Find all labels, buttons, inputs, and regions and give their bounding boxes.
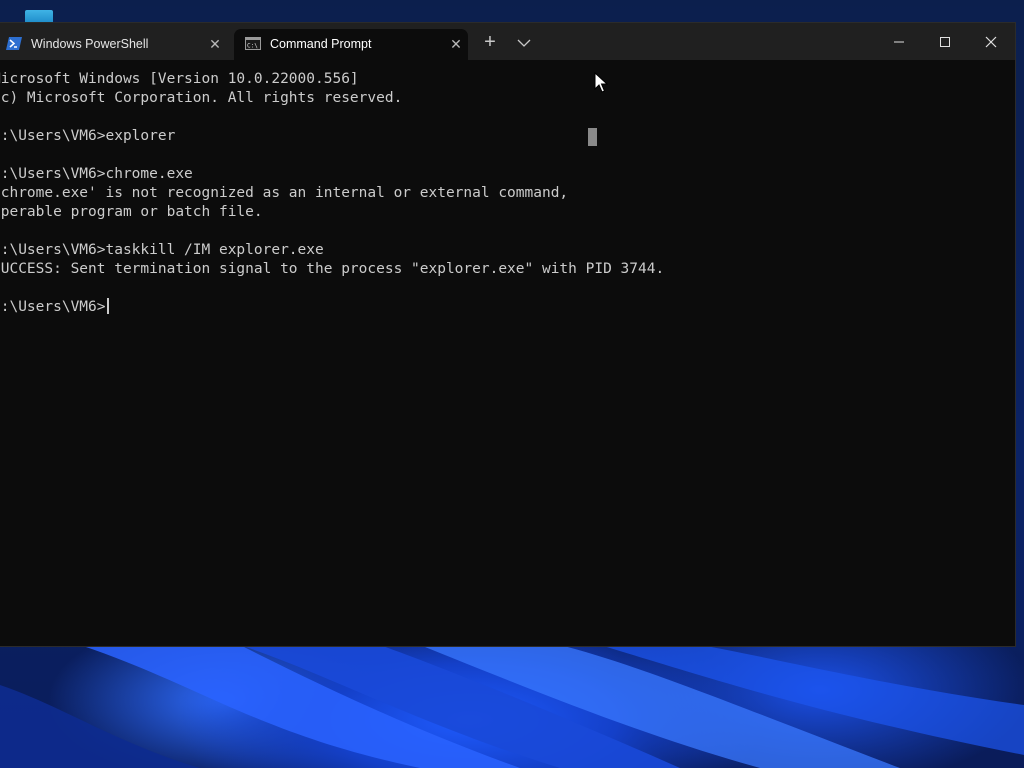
svg-text:C:\: C:\ [247, 43, 258, 50]
minimize-icon [894, 41, 904, 42]
tab-windows-powershell[interactable]: Windows PowerShell ✕ [0, 29, 233, 60]
console-line: (c) Microsoft Corporation. All rights re… [0, 90, 403, 106]
maximize-button[interactable] [922, 23, 968, 60]
minimize-button[interactable] [876, 23, 922, 60]
prompt-line[interactable]: C:\Users\VM6> [0, 298, 664, 317]
close-tab-icon[interactable]: ✕ [207, 36, 223, 52]
desktop-folder-icon[interactable] [25, 10, 53, 24]
close-icon [985, 36, 997, 47]
console-line: C:\Users\VM6>taskkill /IM explorer.exe [0, 242, 324, 258]
tab-command-prompt[interactable]: C:\ Command Prompt ✕ [234, 29, 468, 60]
console-line: C:\Users\VM6>chrome.exe [0, 166, 193, 182]
console-line: 'chrome.exe' is not recognized as an int… [0, 185, 569, 201]
cmd-icon: C:\ [245, 37, 261, 50]
powershell-icon [6, 37, 22, 50]
console-line: C:\Users\VM6>explorer [0, 128, 176, 144]
tab-label: Windows PowerShell [31, 37, 149, 51]
close-tab-icon[interactable]: ✕ [448, 36, 464, 52]
close-window-button[interactable] [968, 23, 1014, 60]
mouse-pointer-icon [594, 72, 608, 93]
new-tab-button[interactable]: + [480, 31, 500, 53]
tab-label: Command Prompt [270, 37, 372, 51]
wallpaper-swirl [0, 645, 1024, 768]
text-selection-marker [588, 128, 597, 146]
terminal-window: Windows PowerShell ✕ C:\ Command Prompt … [0, 23, 1015, 646]
prompt-text: C:\Users\VM6> [0, 299, 106, 315]
console-line: Microsoft Windows [Version 10.0.22000.55… [0, 71, 359, 87]
tab-bar: Windows PowerShell ✕ C:\ Command Prompt … [0, 23, 1015, 60]
console-line: operable program or batch file. [0, 204, 263, 220]
console-output-area[interactable]: Microsoft Windows [Version 10.0.22000.55… [0, 60, 1015, 646]
tab-dropdown-button[interactable] [514, 34, 534, 52]
text-cursor [106, 298, 109, 314]
console-line: SUCCESS: Sent termination signal to the … [0, 261, 665, 277]
chevron-down-icon [517, 39, 531, 47]
maximize-icon [940, 36, 950, 47]
plus-icon: + [484, 31, 496, 53]
console-text: Microsoft Windows [Version 10.0.22000.55… [0, 70, 664, 317]
